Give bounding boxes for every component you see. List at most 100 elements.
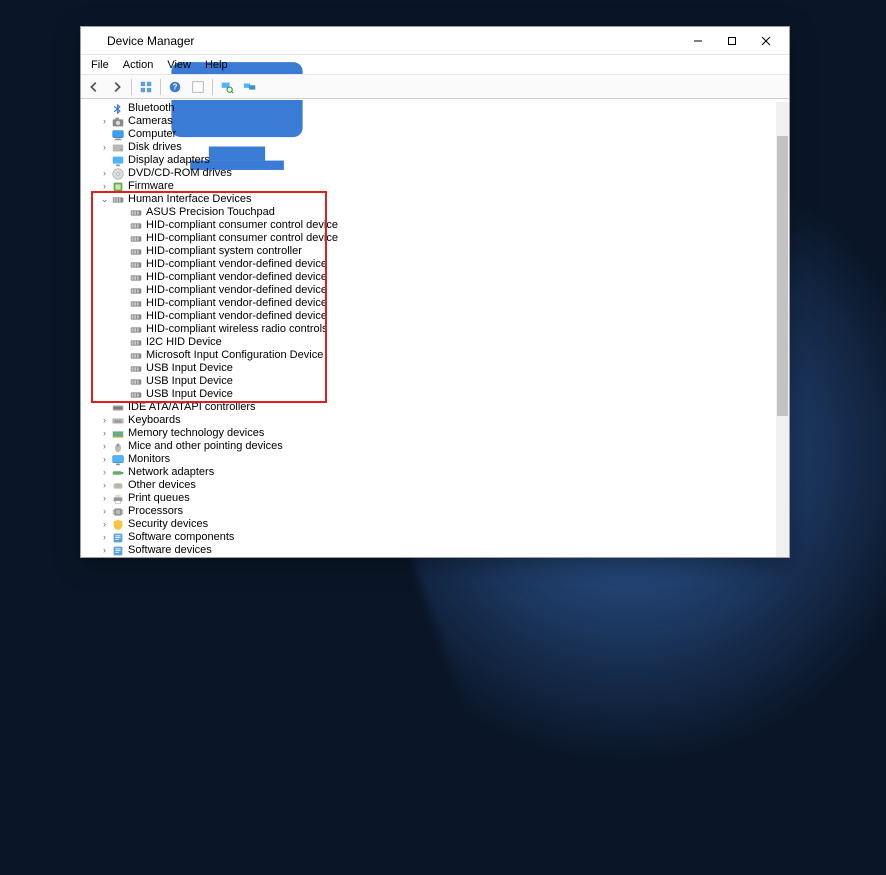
expand-caret[interactable]: ›: [99, 453, 110, 466]
tree-row[interactable]: ›Processors: [83, 505, 775, 518]
tree-row[interactable]: ›Software components: [83, 531, 775, 544]
tree-row[interactable]: ›Disk drives: [83, 141, 775, 154]
bluetooth-icon: [111, 102, 125, 116]
forward-button[interactable]: [106, 77, 128, 97]
expand-caret[interactable]: ›: [99, 141, 110, 154]
scrollbar-track[interactable]: [776, 102, 789, 557]
tree-row[interactable]: HID-compliant wireless radio controls: [83, 323, 775, 336]
tree-row-label: Monitors: [128, 453, 170, 466]
hid-icon: [129, 271, 143, 285]
tree-row[interactable]: HID-compliant consumer control device: [83, 219, 775, 232]
tree-row[interactable]: › Other devices: [83, 479, 775, 492]
window-title: Device Manager: [107, 34, 681, 48]
tree-row[interactable]: HID-compliant vendor-defined device: [83, 297, 775, 310]
hid-icon: [129, 388, 143, 402]
cpu-icon: [111, 505, 125, 519]
expand-caret[interactable]: ›: [99, 544, 110, 557]
tree-row[interactable]: › Monitors: [83, 453, 775, 466]
software-icon: [111, 531, 125, 545]
other-icon: [111, 479, 125, 493]
tree-row-label: IDE ATA/ATAPI controllers: [128, 401, 256, 414]
tree-row[interactable]: USB Input Device: [83, 375, 775, 388]
tree-row[interactable]: HID-compliant vendor-defined device: [83, 310, 775, 323]
minimize-button[interactable]: [681, 29, 715, 53]
expand-caret[interactable]: ›: [99, 466, 110, 479]
tree-row-label: Print queues: [128, 492, 190, 505]
tree-row-label: Firmware: [128, 180, 174, 193]
app-icon: [87, 34, 101, 48]
expand-caret[interactable]: ›: [99, 440, 110, 453]
tree-row[interactable]: ›DVD/CD-ROM drives: [83, 167, 775, 180]
tree-row[interactable]: › Cameras: [83, 115, 775, 128]
hid-icon: [129, 206, 143, 220]
show-hide-console-button[interactable]: [135, 77, 157, 97]
tree-row[interactable]: ›Software devices: [83, 544, 775, 557]
tree-row-label: HID-compliant vendor-defined device: [146, 284, 327, 297]
tree-row-label: Cameras: [128, 115, 173, 128]
properties-button[interactable]: [187, 77, 209, 97]
tree-row[interactable]: HID-compliant vendor-defined device: [83, 271, 775, 284]
view-devices-button[interactable]: [239, 77, 261, 97]
tree-row[interactable]: › Firmware: [83, 180, 775, 193]
tree-row[interactable]: ⌄Human Interface Devices: [83, 193, 775, 206]
hid-icon: [129, 219, 143, 233]
tree-row[interactable]: USB Input Device: [83, 388, 775, 401]
memory-icon: [111, 427, 125, 441]
hid-icon: [129, 232, 143, 246]
expand-caret[interactable]: ›: [99, 427, 110, 440]
expand-caret[interactable]: ›: [99, 115, 110, 128]
tree-row[interactable]: Bluetooth: [83, 102, 775, 115]
help-button[interactable]: [164, 77, 186, 97]
menu-action[interactable]: Action: [117, 58, 160, 72]
camera-icon: [111, 115, 125, 129]
tree-row[interactable]: Display adapters: [83, 154, 775, 167]
tree-row-label: Microsoft Input Configuration Device: [146, 349, 323, 362]
expand-caret[interactable]: ›: [99, 180, 110, 193]
tree-row-label: HID-compliant vendor-defined device: [146, 258, 327, 271]
close-button[interactable]: [749, 29, 783, 53]
back-button[interactable]: [83, 77, 105, 97]
tree-row[interactable]: USB Input Device: [83, 362, 775, 375]
tree-row[interactable]: ›Keyboards: [83, 414, 775, 427]
tree-row[interactable]: ›Security devices: [83, 518, 775, 531]
device-manager-window: Device Manager File Action View Help Blu…: [80, 26, 790, 558]
menu-view[interactable]: View: [161, 58, 197, 72]
expand-caret[interactable]: ›: [99, 492, 110, 505]
expand-caret[interactable]: ›: [99, 414, 110, 427]
tree-row[interactable]: I2C HID Device: [83, 336, 775, 349]
tree-row[interactable]: ASUS Precision Touchpad: [83, 206, 775, 219]
tree-row-label: Memory technology devices: [128, 427, 264, 440]
tree-row-label: Other devices: [128, 479, 196, 492]
maximize-button[interactable]: [715, 29, 749, 53]
display-icon: [111, 154, 125, 168]
expand-caret[interactable]: ›: [99, 479, 110, 492]
tree-row[interactable]: IDE ATA/ATAPI controllers: [83, 401, 775, 414]
tree-row[interactable]: › Print queues: [83, 492, 775, 505]
tree-row[interactable]: HID-compliant vendor-defined device: [83, 258, 775, 271]
printer-icon: [111, 492, 125, 506]
tree-row[interactable]: › Memory technology devices: [83, 427, 775, 440]
expand-caret[interactable]: ›: [99, 505, 110, 518]
expand-caret[interactable]: ⌄: [99, 193, 110, 206]
tree-row[interactable]: › Network adapters: [83, 466, 775, 479]
expand-caret[interactable]: ›: [99, 167, 110, 180]
tree-row-label: ASUS Precision Touchpad: [146, 206, 275, 219]
scan-hardware-button[interactable]: [216, 77, 238, 97]
tree-row-label: Network adapters: [128, 466, 214, 479]
tree-row[interactable]: Computer: [83, 128, 775, 141]
expand-caret[interactable]: ›: [99, 531, 110, 544]
titlebar[interactable]: Device Manager: [81, 27, 789, 55]
scrollbar-thumb[interactable]: [777, 136, 788, 416]
hid-icon: [129, 349, 143, 363]
expand-caret[interactable]: ›: [99, 518, 110, 531]
hid-icon: [129, 284, 143, 298]
tree-row[interactable]: HID-compliant vendor-defined device: [83, 284, 775, 297]
tree-row[interactable]: ›Mice and other pointing devices: [83, 440, 775, 453]
tree-row[interactable]: HID-compliant consumer control device: [83, 232, 775, 245]
menu-help[interactable]: Help: [199, 58, 234, 72]
menu-file[interactable]: File: [85, 58, 115, 72]
device-tree[interactable]: Bluetooth›CamerasComputer›Disk drivesDis…: [83, 102, 775, 557]
tree-row-label: HID-compliant system controller: [146, 245, 302, 258]
tree-row[interactable]: HID-compliant system controller: [83, 245, 775, 258]
tree-row[interactable]: Microsoft Input Configuration Device: [83, 349, 775, 362]
